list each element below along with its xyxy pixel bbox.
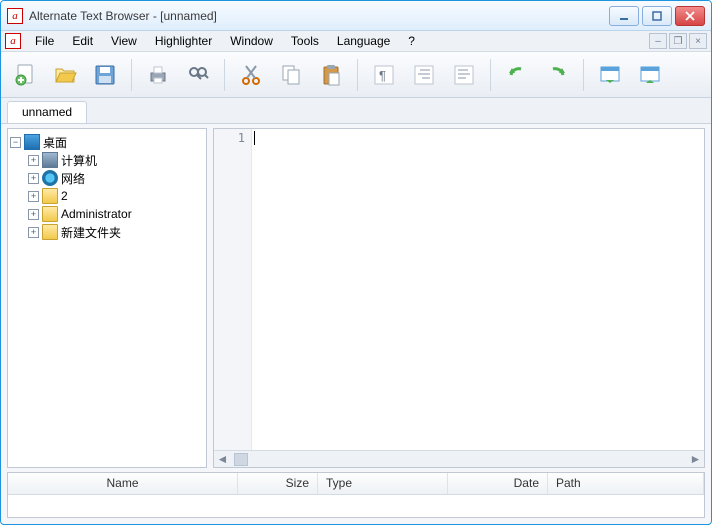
folder-icon [42, 206, 58, 222]
column-size[interactable]: Size [238, 473, 318, 494]
mdi-minimize-button[interactable]: – [649, 33, 667, 49]
prev-window-button[interactable] [592, 57, 628, 93]
app-icon: a [7, 8, 23, 24]
expand-icon[interactable]: + [28, 209, 39, 220]
tree-node-administrator[interactable]: + Administrator [28, 205, 204, 223]
expand-icon[interactable]: + [28, 155, 39, 166]
column-date[interactable]: Date [448, 473, 548, 494]
window-title: Alternate Text Browser - [unnamed] [29, 9, 609, 23]
tree-node-network[interactable]: + 网络 [28, 169, 204, 187]
collapse-icon[interactable]: − [10, 137, 21, 148]
menu-edit[interactable]: Edit [64, 32, 101, 50]
editor-panel: 1 ◄ ► [213, 128, 705, 468]
expand-icon[interactable]: + [28, 227, 39, 238]
tree-label: 新建文件夹 [61, 224, 121, 241]
new-file-button[interactable] [7, 57, 43, 93]
maximize-button[interactable] [642, 6, 672, 26]
tree-node-newfolder[interactable]: + 新建文件夹 [28, 223, 204, 241]
folder-icon [42, 224, 58, 240]
find-button[interactable] [180, 57, 216, 93]
svg-text:¶: ¶ [379, 68, 386, 83]
text-area[interactable] [252, 129, 704, 450]
undo-button[interactable] [499, 57, 535, 93]
computer-icon [42, 152, 58, 168]
desktop-icon [24, 134, 40, 150]
scroll-thumb[interactable] [234, 453, 248, 466]
indent-left-button[interactable] [406, 57, 442, 93]
tree-label: 网络 [61, 170, 85, 187]
minimize-button[interactable] [609, 6, 639, 26]
text-cursor [254, 131, 255, 145]
tab-strip: unnamed [1, 98, 711, 124]
redo-button[interactable] [539, 57, 575, 93]
menu-bar: a File Edit View Highlighter Window Tool… [1, 31, 711, 52]
indent-right-button[interactable] [446, 57, 482, 93]
expand-icon[interactable]: + [28, 191, 39, 202]
mdi-close-button[interactable]: × [689, 33, 707, 49]
print-button[interactable] [140, 57, 176, 93]
tree-label: 计算机 [61, 152, 97, 169]
save-file-button[interactable] [87, 57, 123, 93]
mdi-restore-button[interactable]: ❐ [669, 33, 687, 49]
tree-label: 2 [61, 189, 68, 203]
tree-label: Administrator [61, 207, 132, 221]
tree-label: 桌面 [43, 134, 67, 151]
next-window-button[interactable] [632, 57, 668, 93]
title-bar[interactable]: a Alternate Text Browser - [unnamed] [1, 1, 711, 31]
cut-button[interactable] [233, 57, 269, 93]
toolbar: ¶ [1, 52, 711, 98]
close-button[interactable] [675, 6, 705, 26]
menu-window[interactable]: Window [222, 32, 281, 50]
paste-button[interactable] [313, 57, 349, 93]
menu-view[interactable]: View [103, 32, 145, 50]
tree-node-desktop[interactable]: − 桌面 [10, 133, 204, 151]
open-file-button[interactable] [47, 57, 83, 93]
menu-language[interactable]: Language [329, 32, 398, 50]
menu-tools[interactable]: Tools [283, 32, 327, 50]
horizontal-scrollbar[interactable]: ◄ ► [214, 450, 704, 467]
copy-button[interactable] [273, 57, 309, 93]
app-menu-icon[interactable]: a [5, 33, 21, 49]
menu-help[interactable]: ? [400, 32, 423, 50]
tree-node-2[interactable]: + 2 [28, 187, 204, 205]
show-special-chars-button[interactable]: ¶ [366, 57, 402, 93]
column-name[interactable]: Name [8, 473, 238, 494]
column-path[interactable]: Path [548, 473, 704, 494]
scroll-left-icon[interactable]: ◄ [214, 451, 231, 468]
tree-node-computer[interactable]: + 计算机 [28, 151, 204, 169]
column-type[interactable]: Type [318, 473, 448, 494]
tab-unnamed[interactable]: unnamed [7, 101, 87, 123]
network-icon [42, 170, 58, 186]
line-number: 1 [214, 131, 245, 145]
details-header: Name Size Type Date Path [8, 473, 704, 495]
folder-tree[interactable]: − 桌面 + 计算机 + 网络 + 2 [7, 128, 207, 468]
scroll-right-icon[interactable]: ► [687, 451, 704, 468]
folder-icon [42, 188, 58, 204]
expand-icon[interactable]: + [28, 173, 39, 184]
menu-highlighter[interactable]: Highlighter [147, 32, 220, 50]
menu-file[interactable]: File [27, 32, 62, 50]
line-gutter: 1 [214, 129, 252, 450]
details-body[interactable] [8, 495, 704, 517]
details-list: Name Size Type Date Path [7, 472, 705, 518]
app-window: a Alternate Text Browser - [unnamed] a F… [0, 0, 712, 525]
